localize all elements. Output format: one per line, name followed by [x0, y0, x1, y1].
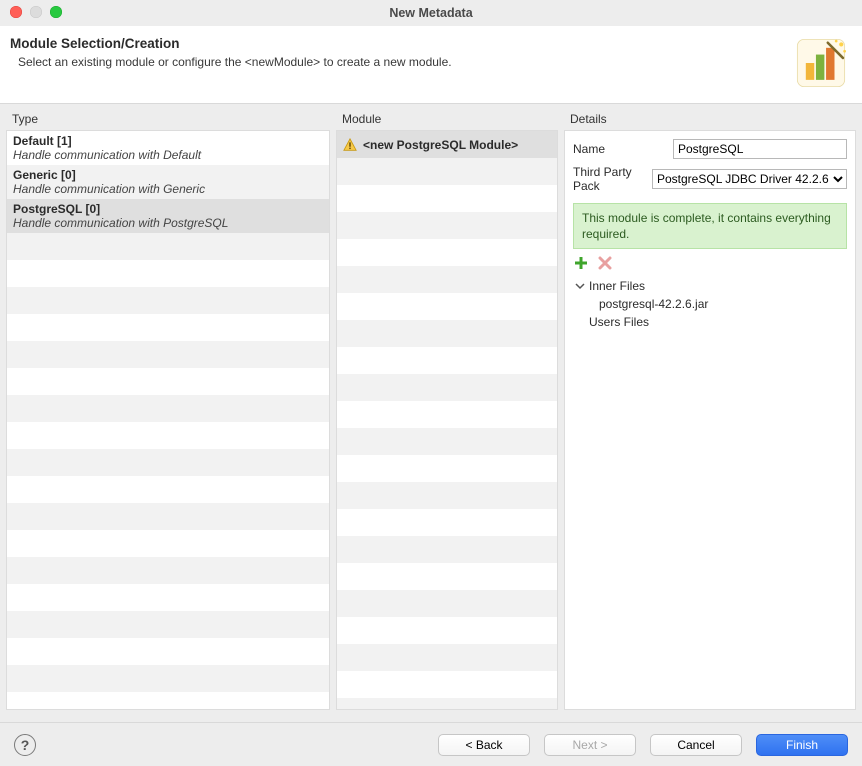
empty-row: [7, 260, 329, 287]
name-field[interactable]: [673, 139, 847, 159]
status-message: This module is complete, it contains eve…: [573, 203, 847, 249]
empty-row: [337, 617, 557, 644]
module-list-item[interactable]: <new PostgreSQL Module>: [337, 131, 557, 158]
name-label: Name: [573, 142, 673, 156]
type-column: Type Default [1]Handle communication wit…: [6, 108, 330, 710]
type-item-title: Default [1]: [13, 134, 323, 148]
empty-row: [7, 530, 329, 557]
empty-row: [7, 422, 329, 449]
empty-row: [337, 698, 557, 710]
type-list-item[interactable]: Generic [0]Handle communication with Gen…: [7, 165, 329, 199]
wizard-icon: [794, 36, 848, 90]
question-icon: ?: [21, 737, 30, 753]
empty-row: [7, 476, 329, 503]
help-button[interactable]: ?: [14, 734, 36, 756]
x-icon: [598, 256, 612, 270]
empty-row: [7, 341, 329, 368]
window-title: New Metadata: [389, 6, 472, 20]
next-button: Next >: [544, 734, 636, 756]
back-button[interactable]: < Back: [438, 734, 530, 756]
empty-row: [7, 584, 329, 611]
details-column-header: Details: [564, 108, 856, 130]
type-item-desc: Handle communication with PostgreSQL: [13, 216, 323, 230]
empty-row: [337, 158, 557, 185]
empty-row: [337, 374, 557, 401]
chevron-down-icon: [575, 281, 585, 291]
plus-icon: [574, 256, 588, 270]
wizard-body: Type Default [1]Handle communication wit…: [0, 104, 862, 714]
empty-row: [337, 212, 557, 239]
module-list[interactable]: <new PostgreSQL Module>: [336, 130, 558, 710]
empty-row: [7, 557, 329, 584]
titlebar: New Metadata: [0, 0, 862, 26]
empty-row: [7, 665, 329, 692]
empty-row: [7, 611, 329, 638]
empty-row: [337, 185, 557, 212]
module-item-label: <new PostgreSQL Module>: [363, 138, 518, 152]
finish-button[interactable]: Finish: [756, 734, 848, 756]
empty-row: [337, 509, 557, 536]
empty-row: [337, 320, 557, 347]
remove-file-button[interactable]: [597, 255, 613, 271]
empty-row: [337, 563, 557, 590]
files-tree[interactable]: Inner Files postgresql-42.2.6.jar Users …: [573, 277, 847, 331]
tree-node-label: Inner Files: [589, 279, 645, 293]
type-list[interactable]: Default [1]Handle communication with Def…: [6, 130, 330, 710]
wizard-title: Module Selection/Creation: [10, 36, 452, 51]
details-panel: Name Third Party Pack PostgreSQL JDBC Dr…: [564, 130, 856, 710]
wizard-header: Module Selection/Creation Select an exis…: [0, 26, 862, 104]
module-column: Module <new PostgreSQL Module>: [336, 108, 558, 710]
type-item-desc: Handle communication with Default: [13, 148, 323, 162]
zoom-window-button[interactable]: [50, 6, 62, 18]
wizard-subtitle: Select an existing module or configure t…: [10, 55, 452, 69]
type-list-item[interactable]: Default [1]Handle communication with Def…: [7, 131, 329, 165]
type-item-title: Generic [0]: [13, 168, 323, 182]
minimize-window-button: [30, 6, 42, 18]
empty-row: [337, 590, 557, 617]
empty-row: [7, 638, 329, 665]
empty-row: [7, 314, 329, 341]
empty-row: [337, 266, 557, 293]
empty-row: [7, 449, 329, 476]
empty-row: [337, 293, 557, 320]
tree-leaf-label: postgresql-42.2.6.jar: [599, 297, 708, 311]
empty-row: [337, 482, 557, 509]
cancel-button[interactable]: Cancel: [650, 734, 742, 756]
empty-row: [337, 239, 557, 266]
third-party-pack-label: Third Party Pack: [573, 165, 652, 193]
empty-row: [7, 287, 329, 314]
empty-row: [337, 671, 557, 698]
type-item-desc: Handle communication with Generic: [13, 182, 323, 196]
tree-leaf[interactable]: postgresql-42.2.6.jar: [597, 295, 847, 313]
third-party-pack-select[interactable]: PostgreSQL JDBC Driver 42.2.6: [652, 169, 847, 189]
empty-row: [337, 347, 557, 374]
type-list-item[interactable]: PostgreSQL [0]Handle communication with …: [7, 199, 329, 233]
wizard-footer: ? < Back Next > Cancel Finish: [0, 722, 862, 766]
module-column-header: Module: [336, 108, 558, 130]
tree-node-label: Users Files: [589, 315, 649, 329]
empty-row: [7, 395, 329, 422]
empty-row: [337, 644, 557, 671]
type-item-title: PostgreSQL [0]: [13, 202, 323, 216]
empty-row: [337, 455, 557, 482]
add-file-button[interactable]: [573, 255, 589, 271]
tree-node-inner-files[interactable]: Inner Files: [573, 277, 847, 295]
empty-row: [7, 503, 329, 530]
details-column: Details Name Third Party Pack PostgreSQL…: [564, 108, 856, 710]
empty-row: [7, 692, 329, 710]
empty-row: [7, 233, 329, 260]
tree-node-users-files[interactable]: Users Files: [573, 313, 847, 331]
empty-row: [337, 536, 557, 563]
type-column-header: Type: [6, 108, 330, 130]
warning-icon: [343, 138, 357, 152]
window-controls: [10, 6, 62, 18]
close-window-button[interactable]: [10, 6, 22, 18]
empty-row: [337, 401, 557, 428]
empty-row: [337, 428, 557, 455]
empty-row: [7, 368, 329, 395]
